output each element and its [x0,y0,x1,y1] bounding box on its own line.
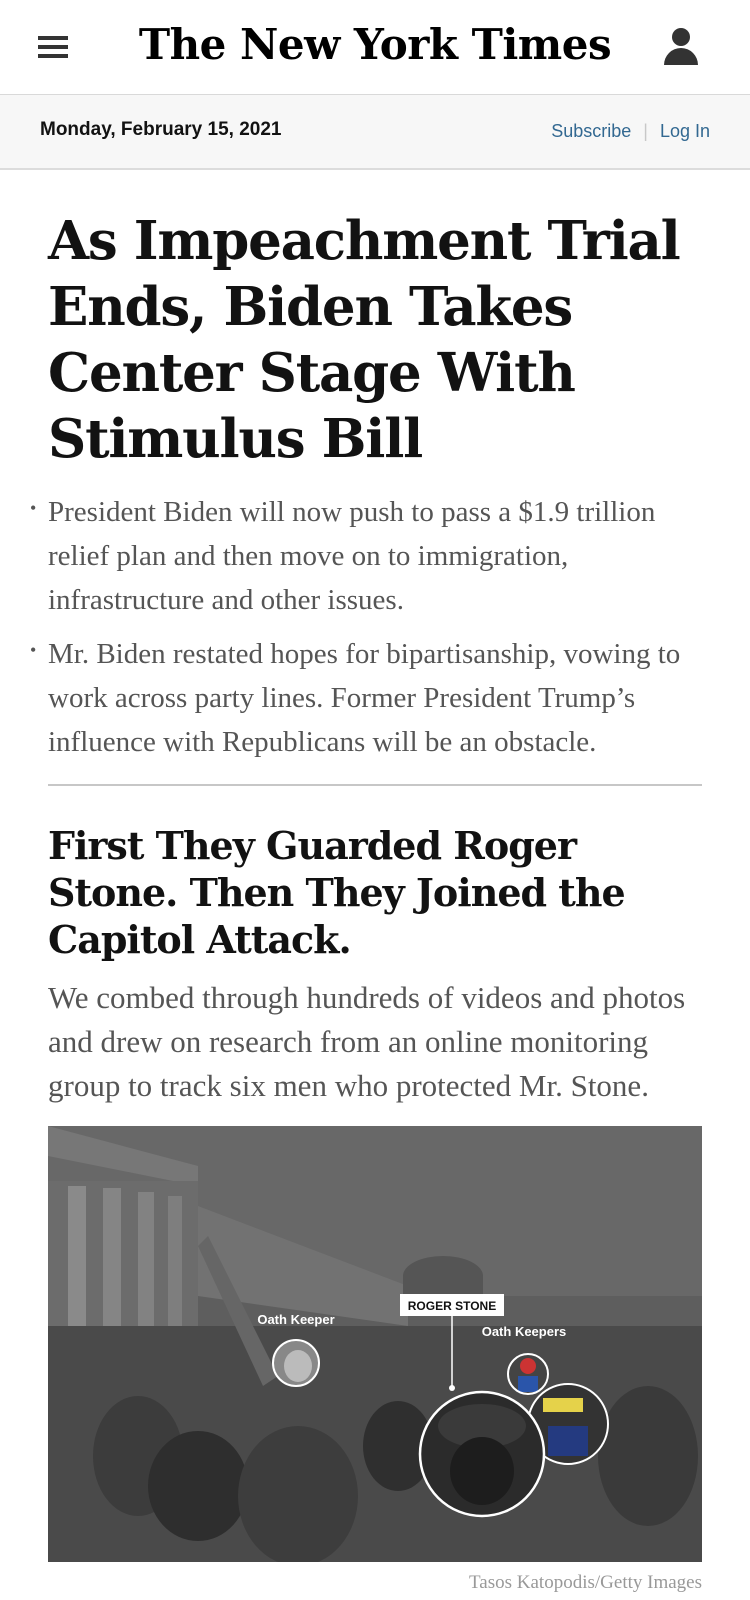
label-oath-keeper: Oath Keeper [257,1312,334,1327]
auth-links: Subscribe | Log In [551,121,710,142]
account-icon[interactable] [664,28,698,66]
lead-summary-list: President Biden will now push to pass a … [30,486,708,764]
auth-separator: | [643,121,648,141]
nyt-logo[interactable]: The New York Times [0,20,750,69]
lead-story: As Impeachment Trial Ends, Biden Takes C… [30,208,708,774]
summary-bullet[interactable]: Mr. Biden restated hopes for bipartisans… [30,628,708,764]
subscribe-link[interactable]: Subscribe [551,121,631,141]
second-headline[interactable]: First They Guarded Roger Stone. Then The… [48,822,713,963]
label-roger-stone: ROGER STONE [408,1299,496,1313]
story-photo[interactable]: ROGER STONE Oath Keeper Oath Keepers [48,1126,702,1562]
story-divider [48,784,702,786]
photo-credit: Tasos Katopodis/Getty Images [469,1572,702,1593]
label-oath-keepers: Oath Keepers [482,1324,567,1339]
lead-headline[interactable]: As Impeachment Trial Ends, Biden Takes C… [48,208,708,472]
current-date: Monday, February 15, 2021 [40,119,282,140]
second-summary[interactable]: We combed through hundreds of videos and… [48,976,713,1108]
masthead: The New York Times [0,0,750,95]
login-link[interactable]: Log In [660,121,710,141]
date-bar: Monday, February 15, 2021 Subscribe | Log … [0,95,750,170]
second-story: First They Guarded Roger Stone. Then The… [48,822,713,1108]
capitol-crowd-illustration: ROGER STONE Oath Keeper Oath Keepers [48,1126,702,1562]
summary-bullet[interactable]: President Biden will now push to pass a … [30,486,708,622]
